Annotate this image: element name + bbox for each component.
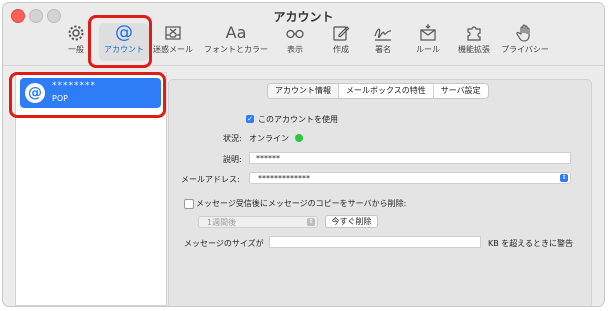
status-value: オンライン: [249, 134, 289, 143]
toolbar-fonts-colors[interactable]: Aa フォントとカラー: [201, 23, 271, 61]
rules-icon: [411, 23, 445, 43]
highlight-account-row: [9, 72, 166, 118]
fonts-icon: Aa: [225, 23, 247, 42]
email-address-value: *************: [258, 174, 310, 183]
remove-period-select[interactable]: 1週間後 ⇕: [198, 216, 318, 228]
status-label: 状況:: [223, 134, 242, 143]
remove-now-button[interactable]: 今すぐ削除: [325, 215, 378, 228]
extensions-icon: [455, 23, 493, 43]
status-online-indicator: [295, 134, 303, 142]
toolbar-viewing[interactable]: 表示: [279, 23, 311, 61]
remove-period-value: 1週間後: [207, 218, 237, 227]
message-size-label: メッセージのサイズが: [184, 239, 264, 248]
tab-mailbox-behaviors[interactable]: メールボックスの特性: [339, 84, 434, 98]
message-size-suffix: KB を超えるときに警告: [488, 239, 574, 248]
highlight-accounts-tab: [88, 15, 152, 68]
email-address-label: メールアドレス:: [181, 175, 240, 184]
email-address-select[interactable]: ************* ⇕: [249, 172, 571, 184]
toolbar-privacy[interactable]: プライバシー: [499, 23, 551, 61]
tab-account-info[interactable]: アカウント情報: [268, 84, 339, 98]
toolbar-rules[interactable]: ルール: [411, 23, 445, 61]
toolbar-junk-mail[interactable]: 迷惑メール: [151, 23, 195, 61]
toolbar-extensions[interactable]: 機能拡張: [455, 23, 493, 61]
toolbar-general[interactable]: 一般: [61, 23, 91, 61]
message-size-field[interactable]: [269, 236, 481, 248]
description-label: 説明:: [223, 155, 242, 164]
enable-account-checkbox[interactable]: ✓: [246, 115, 254, 123]
enable-account-label: このアカウントを使用: [258, 115, 338, 124]
remove-copy-checkbox[interactable]: [184, 199, 194, 209]
privacy-hand-icon: [499, 23, 551, 43]
chevron-updown-icon: ⇕: [560, 174, 568, 182]
description-field[interactable]: ******: [249, 152, 571, 164]
chevron-updown-icon: ⇕: [307, 218, 315, 226]
tab-server-settings[interactable]: サーバ設定: [434, 84, 488, 98]
compose-icon: [325, 23, 357, 43]
signature-icon: [367, 23, 399, 43]
toolbar-composing[interactable]: 作成: [325, 23, 357, 61]
gear-icon: [61, 23, 91, 43]
toolbar-signatures[interactable]: 署名: [367, 23, 399, 61]
glasses-icon: [279, 23, 311, 43]
remove-copy-label: メッセージ受信後にメッセージのコピーをサーバから削除:: [196, 199, 407, 208]
junk-mail-icon: [151, 23, 195, 43]
settings-tabs: アカウント情報 メールボックスの特性 サーバ設定: [267, 83, 489, 99]
account-settings-panel: [168, 79, 592, 306]
